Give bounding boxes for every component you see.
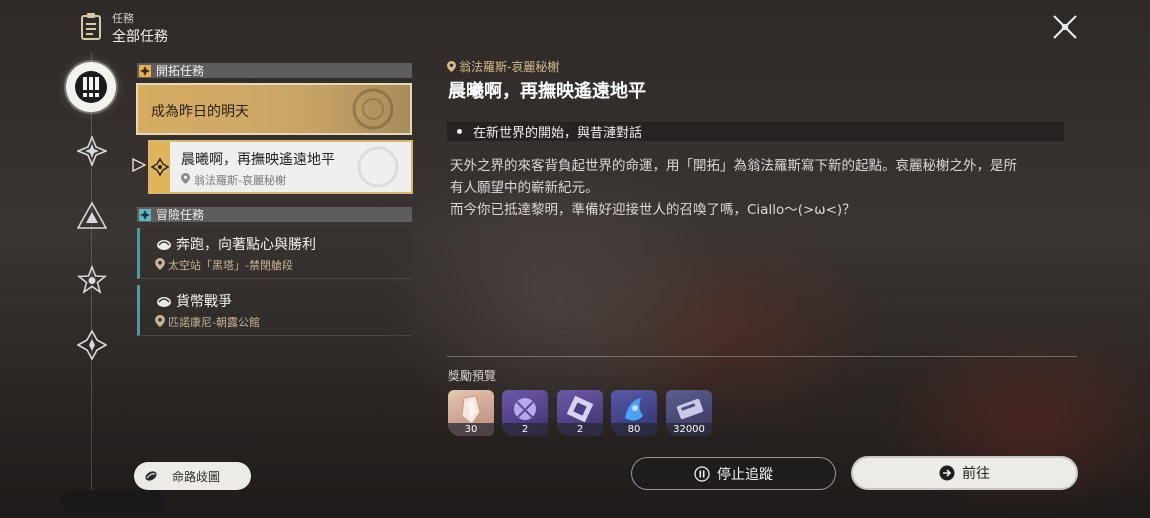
quest-title: 晨曦啊，再撫映遙遠地平 — [181, 152, 335, 168]
rail-tab-adventure[interactable] — [76, 264, 108, 296]
quest-objective: 在新世界的開始，與昔漣對話 — [447, 122, 1064, 141]
reward-count: 80 — [611, 423, 657, 436]
path-map-label: 命路歧圖 — [172, 469, 221, 484]
adventure-section-icon — [139, 208, 151, 221]
selected-indicator-icon — [132, 157, 147, 176]
rail-tab-companion[interactable] — [76, 200, 108, 232]
quest-card-accent — [150, 142, 170, 192]
quest-title: 成為昨日的明天 — [151, 104, 249, 120]
detail-location-text: 翁法羅斯-哀麗秘榭 — [459, 60, 560, 74]
detail-title: 晨曦啊，再撫映遙遠地平 — [448, 81, 646, 102]
rail-tab-trailblaze[interactable] — [76, 135, 108, 167]
quest-card-selected[interactable]: 晨曦啊，再撫映遙遠地平 翁法羅斯-哀麗秘榭 — [148, 140, 413, 194]
adventure-quest-icon — [157, 240, 171, 250]
stop-tracking-label: 停止追蹤 — [717, 466, 773, 483]
objective-text: 在新世界的開始，與昔漣對話 — [473, 126, 643, 141]
location-pin-icon — [155, 258, 165, 270]
trailblaze-section-icon — [139, 64, 151, 77]
rail-tab-all-quests[interactable] — [66, 62, 116, 112]
path-map-icon — [145, 471, 157, 481]
section-header-trailblaze: 開拓任務 — [137, 63, 412, 78]
compass-star-icon — [77, 136, 107, 166]
page-title: 全部任務 — [112, 29, 168, 45]
section-label: 開拓任務 — [156, 64, 205, 78]
reward-count: 30 — [448, 423, 494, 436]
section-label: 冒險任務 — [156, 208, 205, 222]
quest-title: 貨幣戰爭 — [176, 294, 232, 310]
go-label: 前往 — [962, 466, 990, 482]
quest-location: 翁法羅斯-哀麗秘榭 — [194, 174, 286, 187]
go-button[interactable]: 前往 — [851, 456, 1078, 490]
quest-location: 太空站「黑塔」-禁閉艙段 — [168, 259, 293, 272]
location-pin-icon — [447, 61, 456, 72]
bullet-icon — [457, 129, 462, 134]
quest-card[interactable]: 奔跑，向著點心與勝利 太空站「黑塔」-禁閉艙段 — [137, 228, 411, 279]
diamond-star-icon — [77, 330, 107, 360]
reward-count: 2 — [557, 423, 603, 436]
description-line: 有人願望中的嶄新紀元。 — [450, 180, 599, 196]
location-pin-icon — [155, 315, 165, 327]
quest-description: 天外之界的來客背負起世界的命運，用「開拓」為翁法羅斯寫下新的起點。哀麗秘榭之外，… — [450, 155, 1050, 221]
stop-tracking-button[interactable]: 停止追蹤 — [631, 457, 836, 490]
quest-emblem-icon — [352, 88, 394, 130]
triangle-icon — [77, 201, 107, 229]
quest-card[interactable]: 貨幣戰爭 匹諾康尼-朝露公館 — [137, 285, 411, 336]
redacted-area — [60, 490, 167, 512]
rail-tab-daily[interactable] — [76, 329, 108, 361]
pause-icon — [694, 465, 710, 482]
exclamation-icon — [75, 71, 107, 103]
path-map-button[interactable]: 命路歧圖 — [134, 462, 251, 490]
quest-title: 奔跑，向著點心與勝利 — [176, 237, 316, 253]
star-icon — [77, 265, 107, 294]
detail-location: 翁法羅斯-哀麗秘榭 — [447, 58, 559, 75]
reward-item[interactable]: 32000 — [666, 390, 712, 436]
reward-count: 2 — [502, 423, 548, 436]
reward-count: 32000 — [666, 423, 712, 436]
divider — [447, 356, 1077, 357]
reward-item[interactable]: 2 — [502, 390, 548, 436]
quest-location: 匹諾康尼-朝露公館 — [168, 316, 260, 329]
header-section-label: 任務 — [112, 12, 134, 25]
quest-emblem-icon — [357, 146, 399, 188]
location-pin-icon — [181, 173, 190, 184]
reward-item[interactable]: 2 — [557, 390, 603, 436]
reward-item[interactable]: 80 — [611, 390, 657, 436]
compass-star-icon — [150, 157, 170, 177]
reward-item[interactable]: 30 — [448, 390, 494, 436]
quest-book-icon — [80, 12, 102, 40]
close-icon[interactable] — [1050, 12, 1080, 42]
rewards-label: 獎勵預覽 — [448, 369, 497, 383]
section-header-adventure: 冒險任務 — [137, 207, 412, 222]
quest-card[interactable]: 成為昨日的明天 — [136, 83, 412, 135]
adventure-quest-icon — [157, 297, 171, 307]
description-line: 而今你已抵達黎明，準備好迎接世人的召喚了嗎，Ciallo～(>ω<)？ — [450, 202, 856, 218]
go-arrow-icon — [939, 465, 955, 481]
description-line: 天外之界的來客背負起世界的命運，用「開拓」為翁法羅斯寫下新的起點。哀麗秘榭之外，… — [450, 158, 1017, 174]
